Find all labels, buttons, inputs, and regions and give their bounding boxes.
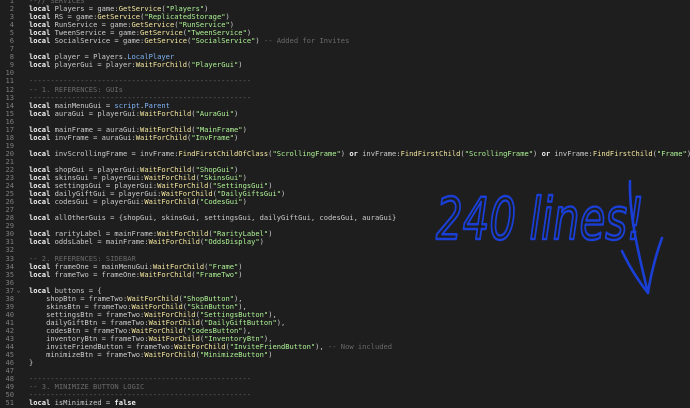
code-token: ): [259, 237, 264, 247]
code-token: ),: [276, 317, 286, 327]
code-token: GetService: [144, 36, 188, 46]
code-token: invFrame = auraGui:: [50, 132, 136, 142]
code-text: local codesGui = playerGui:WaitForChild(…: [29, 198, 247, 206]
code-token: WaitForChild: [144, 350, 196, 360]
code-token: oddsLabel = mainFrame:: [50, 237, 149, 247]
code-line[interactable]: 26 local codesGui = playerGui:WaitForChil…: [0, 198, 690, 206]
code-token: SocialService = game:: [50, 36, 145, 46]
code-text: local invScrollingFrame = invFrame:FindF…: [29, 148, 690, 158]
code-token: ): [533, 148, 542, 158]
code-token: "PlayerGui": [191, 60, 239, 70]
code-line[interactable]: 20 local invScrollingFrame = invFrame:Fin…: [0, 148, 690, 158]
code-token: local: [29, 36, 51, 46]
code-line[interactable]: 51 local isMinimized = false: [0, 399, 690, 407]
code-text: local auraGui = playerGui:WaitForChild("…: [29, 108, 239, 118]
code-token: invFrame:: [357, 148, 401, 158]
code-text: local frameTwo = frameOne:WaitForChild("…: [29, 269, 243, 279]
code-token: or: [349, 148, 358, 158]
code-token: WaitForChild: [148, 237, 200, 247]
code-line[interactable]: 45 minimizeBtn = frameTwo:WaitForChild("…: [0, 351, 690, 359]
code-token: ): [268, 350, 273, 360]
code-token: ),: [315, 342, 328, 352]
code-token: local: [29, 213, 51, 223]
code-token: local: [29, 108, 51, 118]
code-token: local: [29, 398, 51, 408]
code-text: local invFrame = auraGui:WaitForChild("I…: [29, 132, 239, 142]
code-token: "SocialService": [191, 36, 256, 46]
code-token: local: [29, 197, 51, 207]
code-token: FindFirstChildOfClass: [178, 148, 269, 158]
code-token: or: [541, 148, 551, 158]
code-line[interactable]: 28 local allOtherGuis = {shopGui, skinsGu…: [0, 214, 690, 222]
chevron-down-icon[interactable]: ⌄: [15, 287, 22, 295]
code-token: local: [29, 60, 51, 70]
code-text: minimizeBtn = frameTwo:WaitForChild("Min…: [29, 351, 272, 359]
code-token: codesGui = playerGui:: [50, 197, 145, 207]
code-token: playerGui = player:: [50, 60, 136, 70]
code-token: ): [242, 197, 247, 207]
code-token: auraGui = playerGui:: [50, 108, 141, 118]
code-token: invScrollingFrame = invFrame:: [50, 148, 179, 158]
code-token: local: [29, 132, 51, 142]
script-editor[interactable]: 1 --// SERVICES 2 local Players = game:GetS…: [0, 0, 690, 408]
code-token: frameTwo = frameOne:: [50, 269, 141, 279]
code-token: "FrameTwo": [195, 269, 239, 279]
code-token: minimizeBtn = frameTwo:: [29, 350, 145, 360]
code-line[interactable]: 6 local SocialService = game:GetService("…: [0, 37, 690, 45]
code-token: ): [238, 269, 243, 279]
code-token: ): [281, 189, 286, 199]
code-text: local allOtherGuis = {shopGui, skinsGui,…: [29, 214, 396, 222]
code-token: ): [238, 60, 243, 70]
code-token: WaitForChild: [144, 197, 196, 207]
code-line[interactable]: 36: [0, 278, 690, 287]
code-token: WaitForChild: [135, 132, 188, 142]
code-token: "InvFrame": [191, 132, 235, 142]
code-token: ): [268, 229, 273, 239]
code-token: }: [29, 358, 34, 368]
code-token: WaitForChild: [135, 60, 188, 70]
code-token: "OddsDisplay": [204, 237, 260, 247]
code-token: "MinimizeButton": [199, 350, 269, 360]
code-line[interactable]: 35 local frameTwo = frameOne:WaitForChild…: [0, 269, 690, 279]
code-token: -- Now included: [327, 342, 393, 352]
code-text: local oddsLabel = mainFrame:WaitForChild…: [29, 238, 264, 246]
code-token: -- Added for Invites: [263, 36, 350, 46]
code-token: FindFirstChild: [592, 148, 653, 158]
code-token: local: [29, 269, 51, 279]
code-token: "Frame": [656, 148, 687, 158]
code-token: isMinimized =: [50, 398, 115, 408]
code-line[interactable]: 9 local playerGui = player:WaitForChild("…: [0, 61, 690, 69]
code-token: ): [242, 124, 247, 134]
code-line[interactable]: 18 local invFrame = auraGui:WaitForChild(…: [0, 132, 690, 142]
code-token: local: [29, 237, 51, 247]
code-text: local playerGui = player:WaitForChild("P…: [29, 61, 243, 69]
code-line[interactable]: 31 local oddsLabel = mainFrame:WaitForChi…: [0, 238, 690, 246]
code-line[interactable]: 15 local auraGui = playerGui:WaitForChild…: [0, 108, 690, 118]
code-token: allOtherGuis = {shopGui, skinsGui, setti…: [50, 213, 397, 223]
code-token: "ScrollingFrame": [272, 148, 341, 158]
code-text: local isMinimized = false: [29, 399, 136, 407]
code-token: false: [114, 398, 136, 408]
code-token: WaitForChild: [140, 269, 192, 279]
code-token: "ScrollingFrame": [464, 148, 534, 158]
code-token: WaitForChild: [140, 108, 192, 118]
code-token: FindFirstChild: [400, 148, 461, 158]
code-token: "AuraGui": [195, 108, 235, 118]
code-line[interactable]: 46}: [0, 359, 690, 367]
code-token: ): [255, 36, 264, 46]
code-token: ): [234, 132, 239, 142]
code-token: invFrame:: [550, 148, 593, 158]
code-token: "CodesGui": [199, 197, 243, 207]
code-text: }: [29, 359, 33, 367]
code-text: local SocialService = game:GetService("S…: [29, 37, 349, 45]
code-token: local: [29, 148, 51, 158]
code-token: ): [234, 108, 239, 118]
code-area[interactable]: 1 --// SERVICES 2 local Players = game:GetS…: [0, 0, 690, 408]
